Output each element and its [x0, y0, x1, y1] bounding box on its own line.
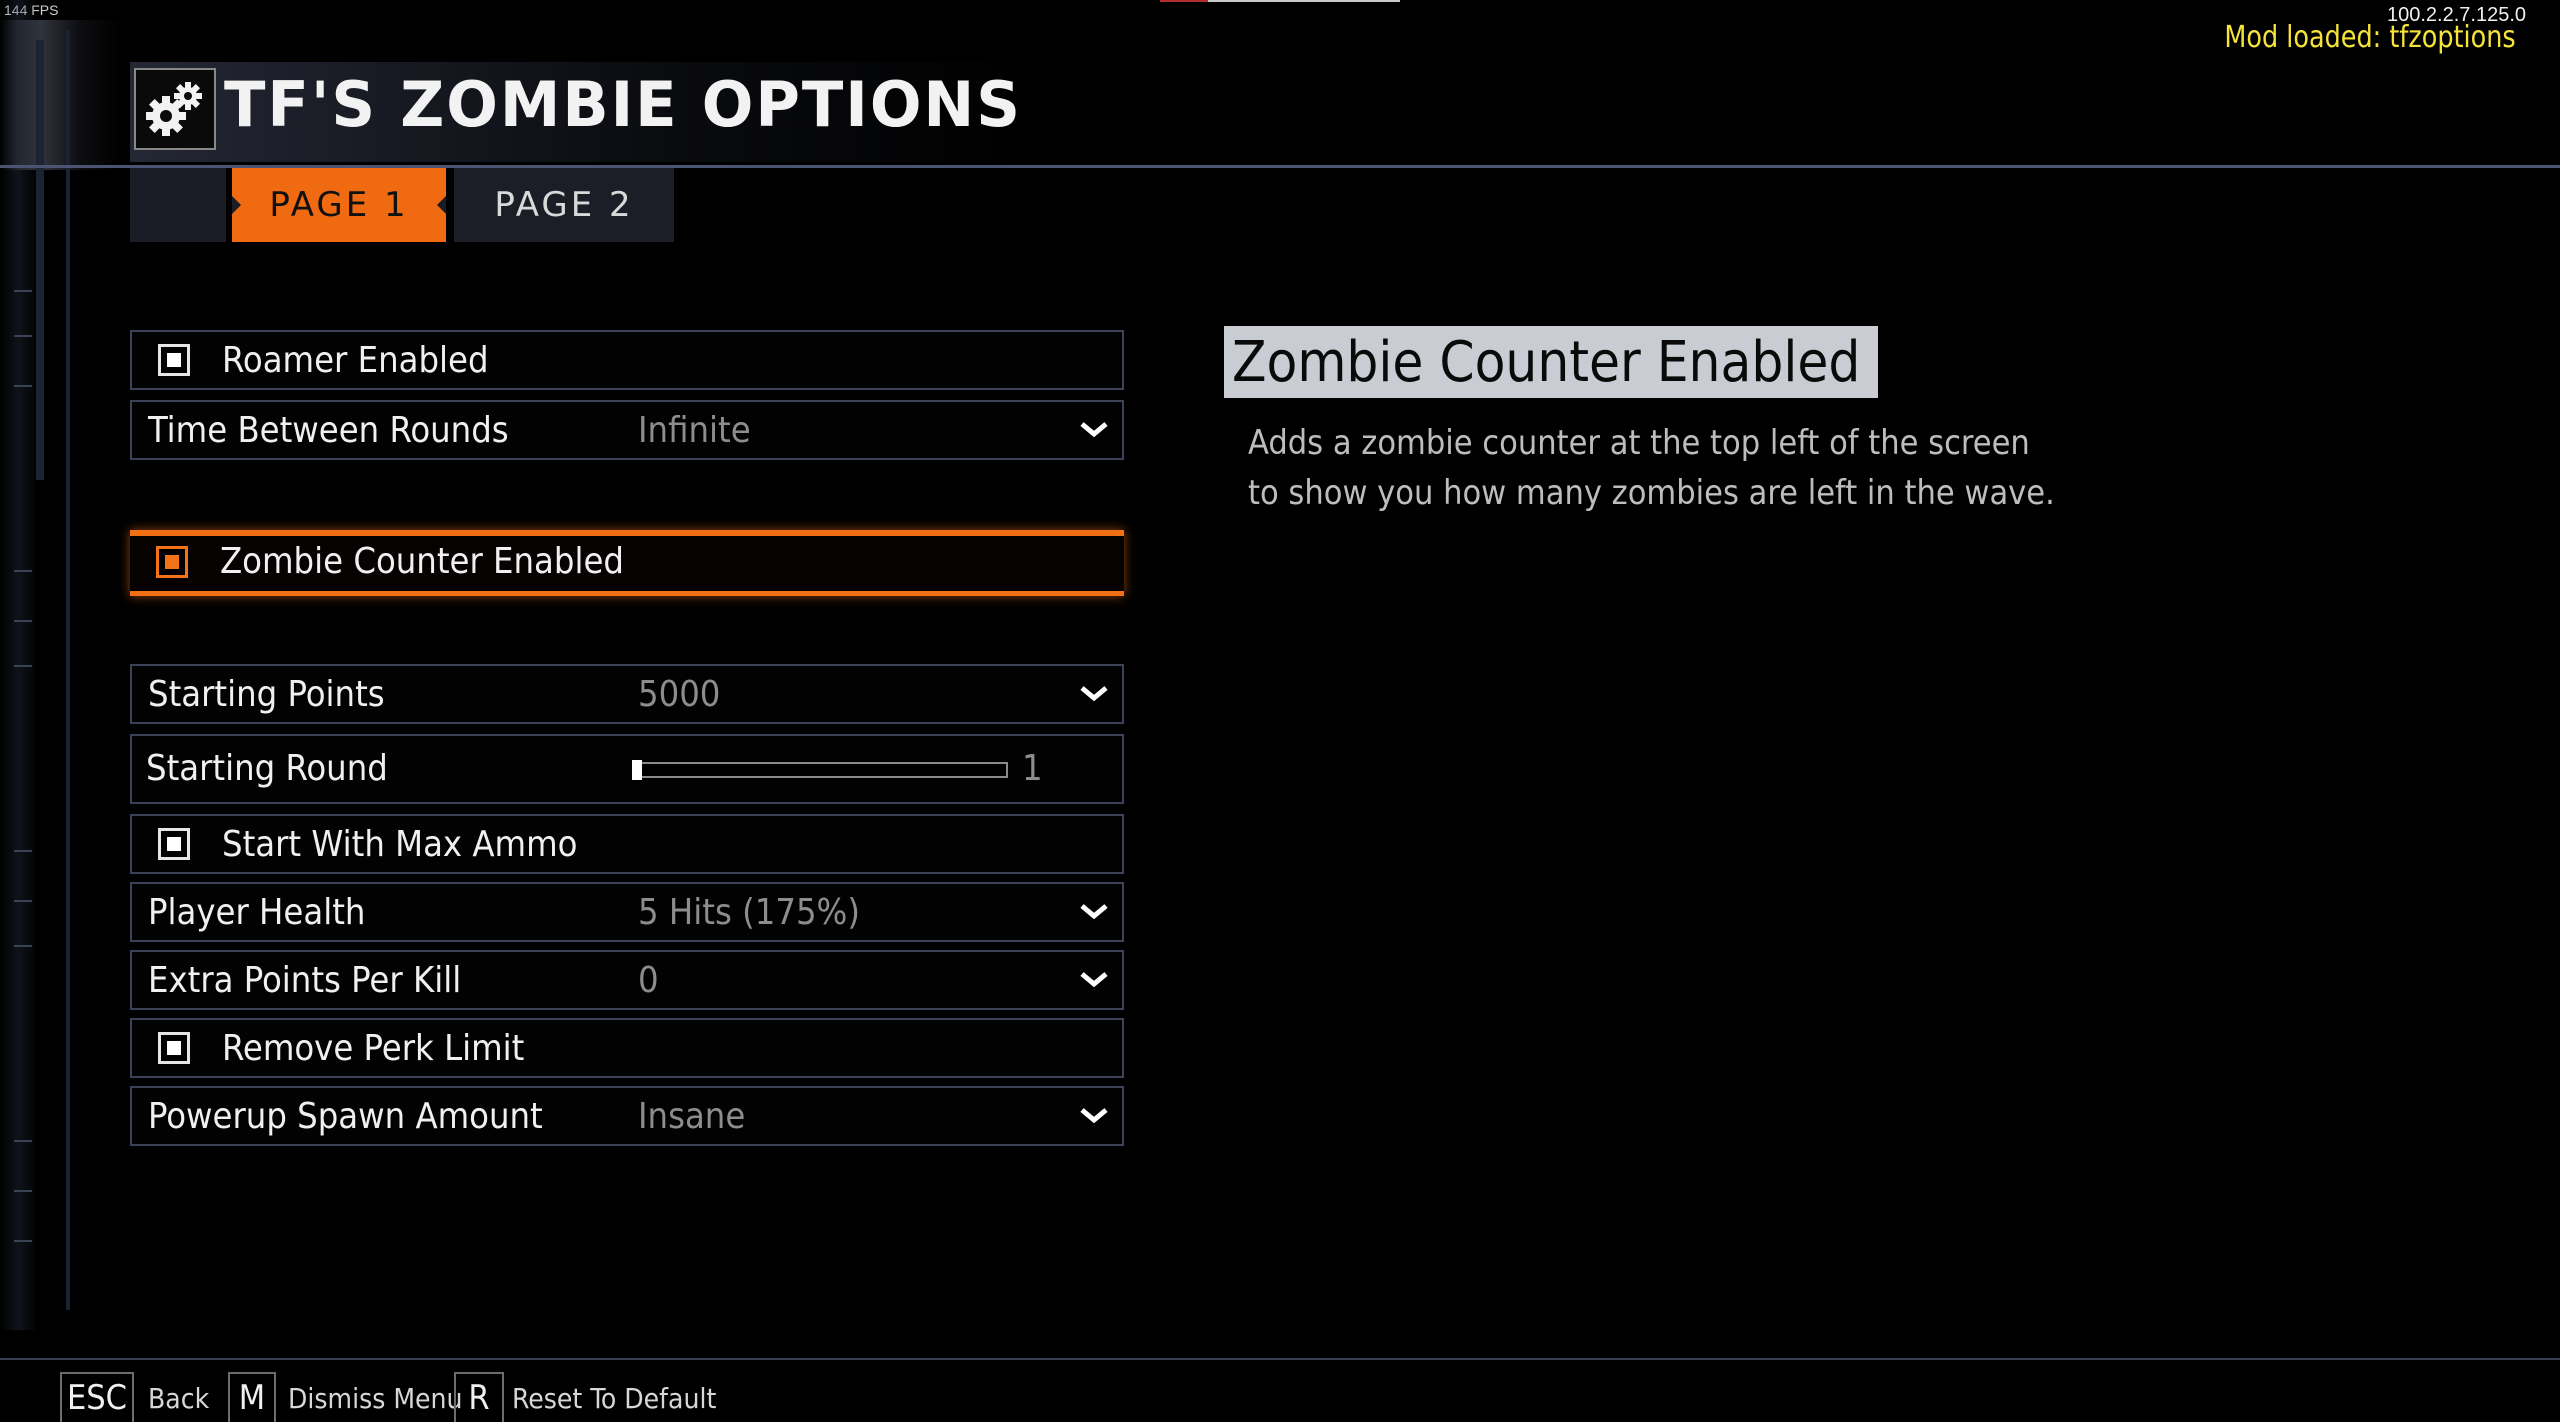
option-label: Roamer Enabled [222, 340, 489, 381]
top-progress-indicator [1160, 0, 1400, 2]
option-value: Insane [638, 1096, 746, 1137]
option-powerup-spawn-amount[interactable]: Powerup Spawn Amount Insane [130, 1086, 1124, 1146]
checkbox-check [167, 1041, 181, 1055]
reset-to-default-button[interactable]: Reset To Default [512, 1382, 716, 1415]
option-starting-round[interactable]: Starting Round 1 [130, 734, 1124, 804]
dismiss-menu-button[interactable]: Dismiss Menu [288, 1382, 463, 1415]
tab-spacer [130, 168, 226, 242]
focus-bar-bottom [130, 591, 1124, 596]
mod-loaded-label: Mod loaded: tfzoptions [2224, 20, 2516, 55]
checkbox[interactable] [158, 344, 190, 376]
option-label: Time Between Rounds [148, 410, 509, 451]
side-tick [14, 900, 32, 902]
option-label: Powerup Spawn Amount [148, 1096, 543, 1137]
side-tick [14, 665, 32, 667]
chevron-down-icon[interactable] [1076, 1098, 1112, 1134]
side-tick [14, 1240, 32, 1242]
option-label: Start With Max Ammo [222, 824, 578, 865]
option-label: Player Health [148, 892, 366, 933]
option-label: Remove Perk Limit [222, 1028, 525, 1069]
option-label: Zombie Counter Enabled [220, 541, 624, 582]
gears-icon [134, 68, 216, 150]
slider-value: 1 [1022, 748, 1043, 789]
checkbox[interactable] [158, 828, 190, 860]
option-label: Extra Points Per Kill [148, 960, 462, 1001]
checkbox[interactable] [156, 546, 188, 578]
option-value: Infinite [638, 410, 751, 451]
tab-page-1[interactable]: PAGE 1 [232, 168, 446, 242]
description-title: Zombie Counter Enabled [1224, 326, 1879, 398]
chevron-down-icon[interactable] [1076, 412, 1112, 448]
description-text: Adds a zombie counter at the top left of… [1248, 423, 2055, 513]
option-start-with-max-ammo[interactable]: Start With Max Ammo [130, 814, 1124, 874]
side-tick [14, 1140, 32, 1142]
footer-divider [0, 1358, 2560, 1360]
option-label: Starting Round [146, 748, 388, 789]
side-tick [14, 335, 32, 337]
option-remove-perk-limit[interactable]: Remove Perk Limit [130, 1018, 1124, 1078]
option-roamer-enabled[interactable]: Roamer Enabled [130, 330, 1124, 390]
option-starting-points[interactable]: Starting Points 5000 [130, 664, 1124, 724]
option-value: 0 [638, 960, 659, 1001]
tab-page-2[interactable]: PAGE 2 [454, 168, 674, 242]
side-tick [14, 1190, 32, 1192]
option-player-health[interactable]: Player Health 5 Hits (175%) [130, 882, 1124, 942]
side-tick [14, 620, 32, 622]
checkbox[interactable] [158, 1032, 190, 1064]
side-tick [14, 570, 32, 572]
page-title: TF'S ZOMBIE OPTIONS [224, 68, 1022, 141]
checkbox-check [167, 353, 181, 367]
side-decoration-line [66, 30, 70, 1310]
option-time-between-rounds[interactable]: Time Between Rounds Infinite [130, 400, 1124, 460]
chevron-down-icon[interactable] [1076, 894, 1112, 930]
checkbox-check [165, 555, 179, 569]
chevron-down-icon[interactable] [1076, 676, 1112, 712]
option-value: 5 Hits (175%) [638, 892, 860, 933]
side-glow [0, 20, 120, 170]
side-tick [14, 385, 32, 387]
slider-track[interactable] [632, 762, 1008, 778]
option-extra-points-per-kill[interactable]: Extra Points Per Kill 0 [130, 950, 1124, 1010]
option-value: 5000 [638, 674, 721, 715]
side-tick [14, 290, 32, 292]
option-zombie-counter-enabled[interactable]: Zombie Counter Enabled [130, 530, 1124, 596]
side-decoration-bar [36, 40, 44, 480]
focus-bar-top [130, 530, 1124, 536]
side-tick [14, 945, 32, 947]
back-button[interactable]: Back [148, 1382, 209, 1415]
checkbox-check [167, 837, 181, 851]
option-label: Starting Points [148, 674, 385, 715]
slider-handle[interactable] [632, 760, 642, 780]
chevron-down-icon[interactable] [1076, 962, 1112, 998]
side-tick [14, 850, 32, 852]
